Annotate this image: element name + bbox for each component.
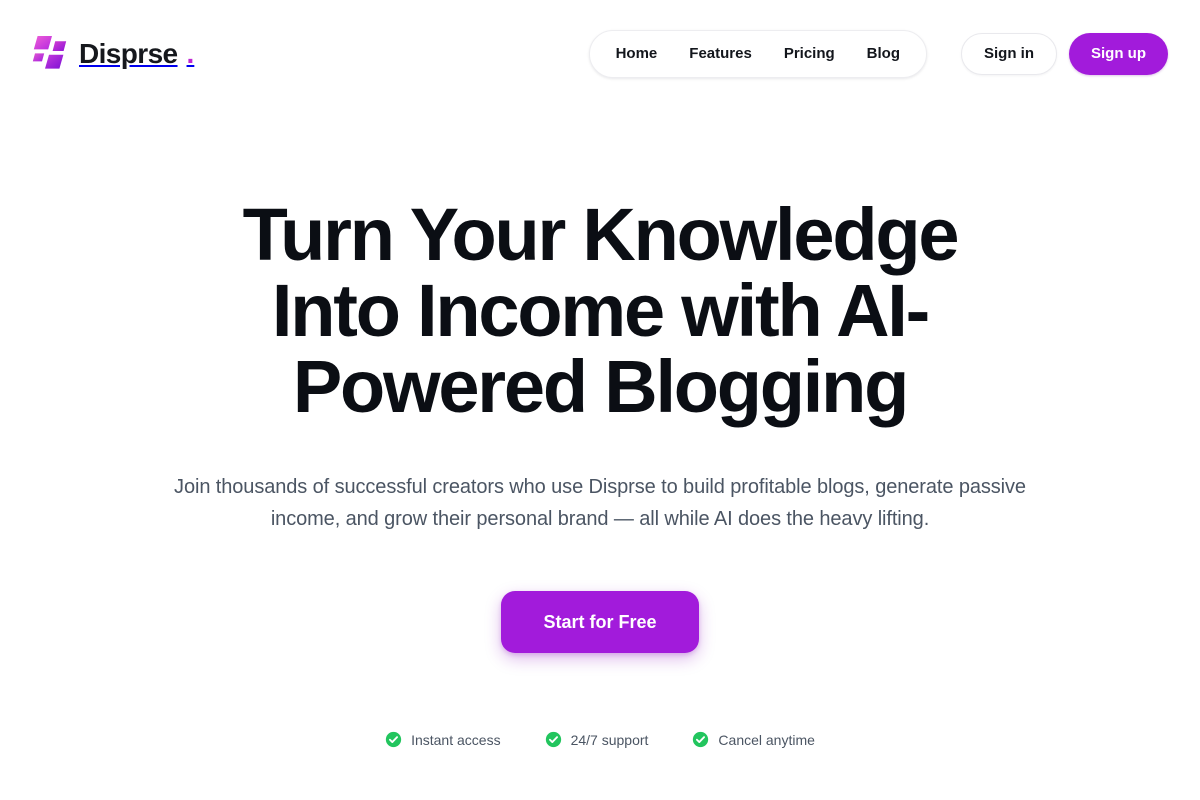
trust-badge-instant-access: Instant access xyxy=(385,731,501,748)
brand-dot: . xyxy=(186,37,195,69)
check-circle-icon xyxy=(693,731,709,748)
page-title: Turn Your Knowledge Into Income with AI-… xyxy=(242,193,960,428)
landing-page: Disprse. Home Features Pricing Blog Sign… xyxy=(0,0,1200,800)
header-right-group: Home Features Pricing Blog Sign in Sign … xyxy=(588,29,1168,78)
primary-nav: Home Features Pricing Blog xyxy=(588,29,927,78)
check-circle-icon xyxy=(385,731,402,748)
site-header: Disprse. Home Features Pricing Blog Sign… xyxy=(0,0,1200,107)
start-for-free-button[interactable]: Start for Free xyxy=(501,591,699,653)
trust-badge-label: Cancel anytime xyxy=(718,731,815,748)
check-circle-icon xyxy=(545,731,561,748)
sign-in-button[interactable]: Sign in xyxy=(961,32,1057,75)
nav-item-home[interactable]: Home xyxy=(600,39,674,68)
disprse-parallelogram-logo-icon xyxy=(32,35,67,69)
brand-logo-link[interactable]: Disprse. xyxy=(32,30,194,78)
sign-up-button[interactable]: Sign up xyxy=(1069,32,1168,75)
brand-name: Disprse xyxy=(79,37,178,69)
nav-item-blog[interactable]: Blog xyxy=(851,39,916,68)
nav-item-features[interactable]: Features xyxy=(673,39,768,68)
hero-section: Turn Your Knowledge Into Income with AI-… xyxy=(0,107,1200,748)
trust-badge-label: 24/7 support xyxy=(570,731,649,748)
trust-badges: Instant access 24/7 support Cancel anyti… xyxy=(0,731,1200,748)
trust-badge-cancel-anytime: Cancel anytime xyxy=(692,731,815,748)
nav-item-pricing[interactable]: Pricing xyxy=(768,39,851,68)
trust-badge-label: Instant access xyxy=(411,731,501,748)
cta-container: Start for Free xyxy=(0,591,1200,653)
hero-subtitle: Join thousands of successful creators wh… xyxy=(174,476,1026,530)
trust-badge-support: 24/7 support xyxy=(545,731,649,748)
